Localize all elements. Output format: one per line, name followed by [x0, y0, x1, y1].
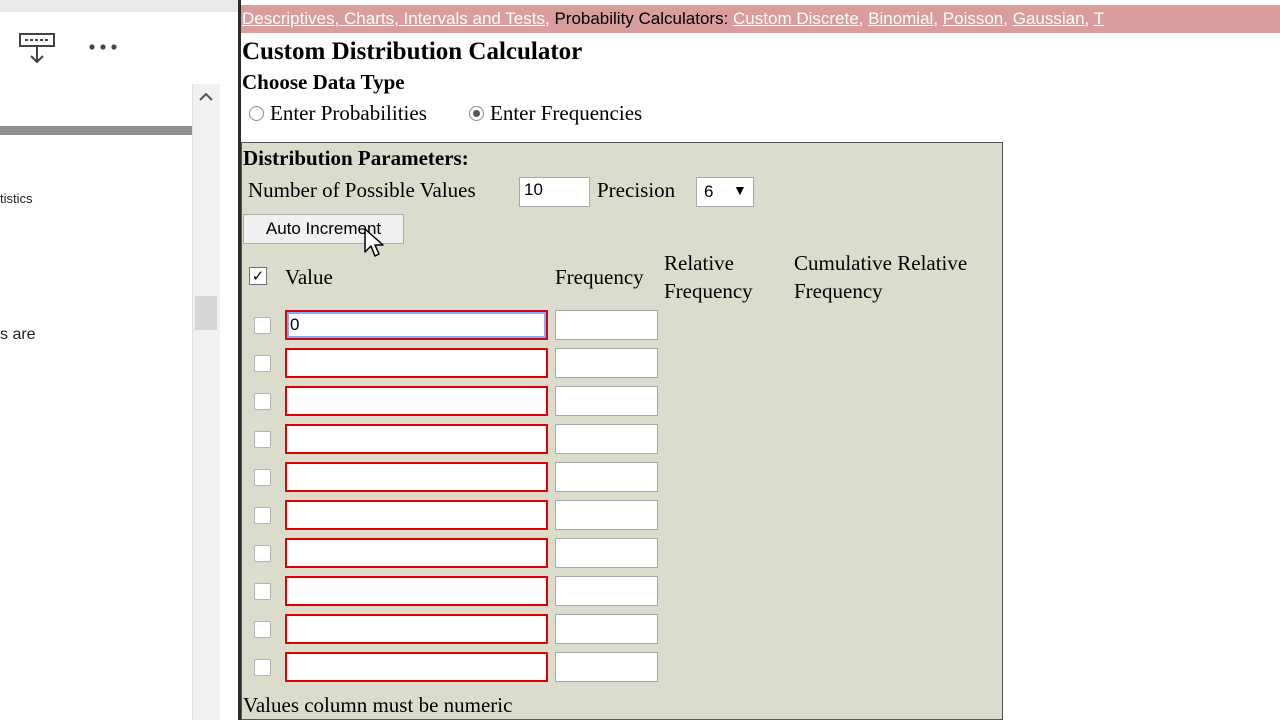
validation-message: Values column must be numeric	[243, 693, 513, 717]
value-input[interactable]: 0	[285, 310, 548, 340]
radio-button[interactable]	[249, 106, 264, 121]
nav-prob-calc-label: Probability Calculators:	[554, 9, 729, 28]
precision-select[interactable]: 6 ▼	[696, 177, 754, 207]
value-input[interactable]	[285, 386, 548, 416]
column-header-cumulative-relative-frequency: Cumulative Relative Frequency	[794, 251, 968, 303]
table-row	[242, 461, 1002, 493]
value-input[interactable]	[285, 500, 548, 530]
nav-link-custom-discrete[interactable]: Custom Discrete	[733, 9, 859, 28]
value-input[interactable]	[285, 614, 548, 644]
row-checkbox[interactable]	[254, 393, 271, 410]
radio-button[interactable]	[469, 106, 484, 121]
left-text-fragment: s are	[0, 326, 36, 343]
calculator-page: Descriptives, Charts, Intervals and Test…	[241, 0, 1280, 720]
row-checkbox[interactable]	[254, 621, 271, 638]
frequency-input[interactable]	[555, 576, 658, 606]
frequency-input[interactable]	[555, 500, 658, 530]
nav-link-gaussian[interactable]: Gaussian	[1013, 9, 1085, 28]
row-checkbox[interactable]	[254, 317, 271, 334]
radio-enter-frequencies[interactable]: Enter Frequencies	[469, 101, 642, 126]
value-input[interactable]	[285, 576, 548, 606]
row-checkbox[interactable]	[254, 355, 271, 372]
value-input[interactable]	[285, 538, 548, 568]
frequency-input[interactable]	[555, 310, 658, 340]
nav-link-poisson[interactable]: Poisson	[943, 9, 1003, 28]
left-pane: tistics s are	[0, 0, 238, 720]
table-row	[242, 575, 1002, 607]
left-scrollbar[interactable]	[193, 84, 220, 720]
table-row	[242, 385, 1002, 417]
left-text-fragment: tistics	[0, 191, 33, 206]
row-checkbox[interactable]	[254, 469, 271, 486]
row-checkbox[interactable]	[254, 545, 271, 562]
nav-link-descriptives[interactable]: Descriptives, Charts, Intervals and Test…	[242, 9, 545, 28]
table-row	[242, 423, 1002, 455]
frequency-input[interactable]	[555, 614, 658, 644]
num-values-label: Number of Possible Values	[248, 178, 476, 202]
value-input[interactable]	[285, 462, 548, 492]
value-input[interactable]	[285, 348, 548, 378]
nav-bar: Descriptives, Charts, Intervals and Test…	[241, 5, 1280, 33]
frequency-input[interactable]	[555, 462, 658, 492]
row-checkbox[interactable]	[254, 659, 271, 676]
value-input[interactable]	[285, 652, 548, 682]
column-header-value: Value	[285, 265, 333, 289]
download-tray-icon[interactable]	[19, 31, 55, 65]
table-row	[242, 499, 1002, 531]
frequency-input[interactable]	[555, 424, 658, 454]
table-row: 0	[242, 309, 1002, 341]
frequency-input[interactable]	[555, 652, 658, 682]
left-section-bar	[0, 126, 193, 135]
value-input[interactable]	[285, 424, 548, 454]
radio-label: Enter Probabilities	[270, 101, 427, 125]
more-horizontal-icon[interactable]	[88, 36, 118, 58]
column-header-relative-frequency: Relative Frequency	[664, 251, 753, 303]
table-row	[242, 651, 1002, 683]
mouse-pointer-icon	[364, 228, 384, 257]
left-topbar	[0, 0, 238, 12]
radio-enter-probabilities[interactable]: Enter Probabilities	[249, 101, 427, 126]
frequency-input[interactable]	[555, 538, 658, 568]
chevron-up-icon[interactable]	[197, 89, 215, 105]
frequency-input[interactable]	[555, 348, 658, 378]
num-values-input[interactable]: 10	[519, 177, 590, 207]
precision-label: Precision	[597, 178, 676, 202]
table-row	[242, 347, 1002, 379]
row-checkbox[interactable]	[254, 507, 271, 524]
distribution-parameters-panel: Distribution Parameters: Number of Possi…	[241, 142, 1003, 720]
select-all-checkbox[interactable]: ✓	[249, 267, 267, 285]
nav-link-t[interactable]: T	[1094, 9, 1104, 28]
data-type-heading: Choose Data Type	[242, 70, 405, 94]
row-checkbox[interactable]	[254, 431, 271, 448]
table-row	[242, 537, 1002, 569]
scroll-thumb[interactable]	[195, 296, 217, 330]
nav-link-binomial[interactable]: Binomial	[868, 9, 933, 28]
row-checkbox[interactable]	[254, 583, 271, 600]
radio-label: Enter Frequencies	[490, 101, 643, 125]
precision-value: 6	[704, 182, 714, 201]
table-row	[242, 613, 1002, 645]
parameters-heading: Distribution Parameters:	[243, 146, 469, 170]
column-header-frequency: Frequency	[555, 265, 644, 289]
page-title: Custom Distribution Calculator	[242, 38, 583, 65]
frequency-input[interactable]	[555, 386, 658, 416]
dropdown-arrow-icon: ▼	[733, 182, 747, 198]
